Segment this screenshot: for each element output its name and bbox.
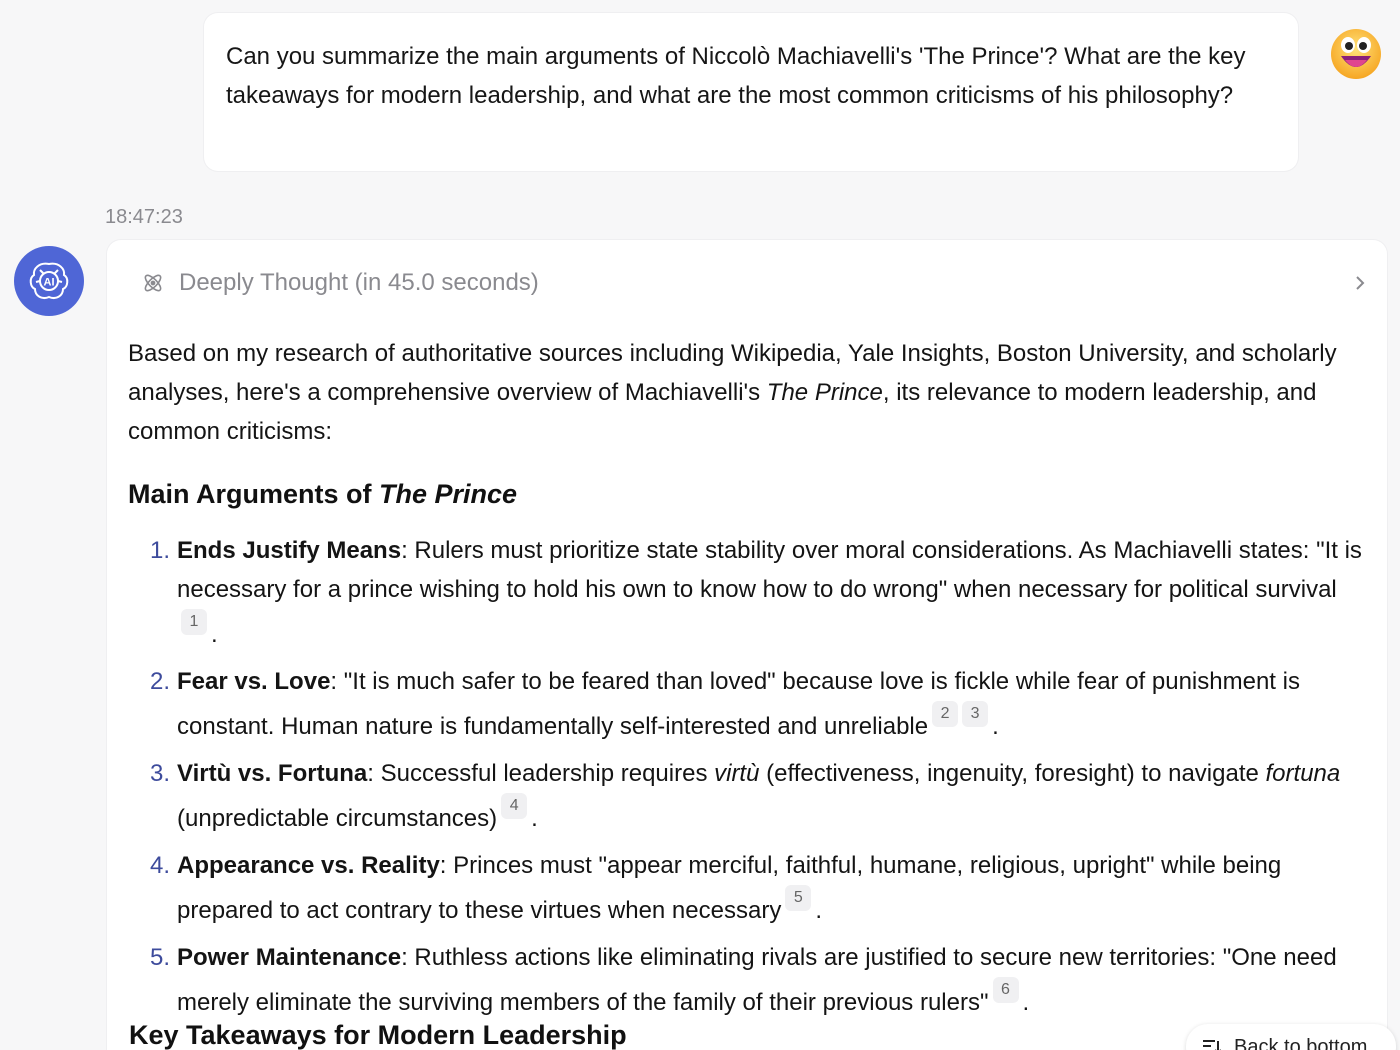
argument-title: Appearance vs. Reality xyxy=(177,852,440,879)
argument-emphasis: virtù xyxy=(714,760,760,787)
citation-badge[interactable]: 4 xyxy=(501,793,528,819)
list-item: 2. Fear vs. Love: "It is much safer to be… xyxy=(150,662,1368,746)
citation-badge[interactable]: 6 xyxy=(992,977,1019,1003)
argument-title: Virtù vs. Fortuna xyxy=(177,760,368,787)
list-number: 3. xyxy=(150,760,171,787)
intro-paragraph: Based on my research of authoritative so… xyxy=(128,334,1368,451)
arguments-list: 1. Ends Justify Means: Rulers must priori… xyxy=(150,531,1368,1022)
argument-emphasis: fortuna xyxy=(1265,760,1341,787)
argument-text: (unpredictable circumstances) xyxy=(177,805,498,832)
argument-title: Fear vs. Love xyxy=(177,668,331,695)
argument-text: : "It is much safer to be feared than lo… xyxy=(177,668,1300,740)
scroll-down-icon xyxy=(1203,1040,1221,1050)
message-timestamp: 18:47:23 xyxy=(105,206,183,228)
section-heading-text: Main Arguments of xyxy=(128,479,380,509)
response-content: Based on my research of authoritative so… xyxy=(128,334,1368,1030)
citation-badge[interactable]: 1 xyxy=(181,609,207,635)
list-number: 1. xyxy=(150,537,171,564)
argument-title: Ends Justify Means xyxy=(177,537,402,564)
atom-icon xyxy=(144,274,162,292)
argument-text: (effectiveness, ingenuity, foresight) to… xyxy=(759,760,1266,787)
intro-book-title: The Prince xyxy=(766,379,883,406)
argument-text: : Successful leadership requires xyxy=(367,760,715,787)
thought-toggle[interactable]: Deeply Thought (in 45.0 seconds) xyxy=(141,266,1371,300)
list-number: 4. xyxy=(150,852,171,879)
ai-brain-icon: AI xyxy=(29,262,69,299)
grinning-face-icon xyxy=(1331,29,1381,79)
chevron-right-icon[interactable] xyxy=(1349,272,1371,294)
ai-avatar-label: AI xyxy=(44,277,55,289)
back-to-bottom-label: Back to bottom xyxy=(1234,1035,1368,1050)
back-to-bottom-button[interactable]: Back to bottom xyxy=(1186,1024,1396,1050)
citation-badge[interactable]: 3 xyxy=(962,701,989,727)
user-avatar[interactable] xyxy=(1330,28,1382,80)
argument-title: Power Maintenance xyxy=(177,944,402,971)
citation-badge[interactable]: 5 xyxy=(785,885,812,911)
user-message-bubble: Can you summarize the main arguments of … xyxy=(204,13,1298,171)
thought-label: Deeply Thought (in 45.0 seconds) xyxy=(179,269,539,296)
section-heading-main-arguments: Main Arguments of The Prince xyxy=(128,475,1368,513)
list-item: 4. Appearance vs. Reality: Princes must "… xyxy=(150,846,1368,930)
section-heading-book-title: The Prince xyxy=(379,479,518,509)
user-message-text: Can you summarize the main arguments of … xyxy=(226,43,1246,109)
list-number: 2. xyxy=(150,668,171,695)
list-number: 5. xyxy=(150,944,171,971)
list-item: 3. Virtù vs. Fortuna: Successful leadersh… xyxy=(150,754,1368,838)
citation-badge[interactable]: 2 xyxy=(932,701,959,727)
list-item: 1. Ends Justify Means: Rulers must priori… xyxy=(150,531,1368,654)
ai-response-card: Deeply Thought (in 45.0 seconds) Based o… xyxy=(107,240,1387,1050)
ai-avatar: AI xyxy=(14,246,84,316)
list-item: 5. Power Maintenance: Ruthless actions li… xyxy=(150,938,1368,1022)
section-heading-key-takeaways: Key Takeaways for Modern Leadership xyxy=(129,1020,627,1050)
